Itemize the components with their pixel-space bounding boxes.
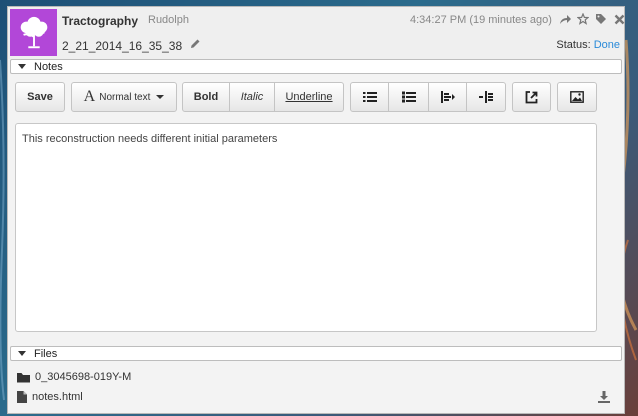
text-style-group: A Normal text — [71, 82, 177, 112]
session-timestamp: 4:34:27 PM (19 minutes ago) — [410, 14, 552, 26]
indent-icon — [479, 91, 493, 103]
notes-editor[interactable]: This reconstruction needs different init… — [15, 123, 597, 332]
close-icon[interactable] — [611, 11, 627, 27]
numbered-list-button[interactable] — [389, 82, 429, 112]
file-name: notes.html — [32, 391, 83, 403]
numbered-list-icon — [401, 91, 416, 103]
session-title: Tractography — [62, 14, 139, 28]
list-group — [350, 82, 506, 112]
file-item-folder[interactable]: 0_3045698-019Y-M — [17, 371, 131, 383]
image-group — [557, 82, 597, 112]
bold-button[interactable]: Bold — [182, 82, 230, 112]
folder-icon — [17, 372, 30, 382]
notes-section-label: Notes — [34, 60, 63, 73]
link-group — [512, 82, 551, 112]
text-style-dropdown[interactable]: A Normal text — [71, 82, 177, 112]
text-style-label: Normal text — [99, 91, 151, 103]
bullet-list-icon — [362, 92, 377, 102]
link-icon — [525, 90, 538, 103]
file-item-notes[interactable]: notes.html — [17, 391, 83, 403]
files-section-header[interactable]: Files — [10, 346, 622, 361]
font-icon: A — [83, 88, 96, 105]
notes-section-header[interactable]: Notes — [10, 59, 622, 74]
download-icon[interactable] — [598, 391, 610, 406]
session-panel: Tractography Rudolph 4:34:27 PM (19 minu… — [7, 6, 625, 414]
indent-button[interactable] — [467, 82, 506, 112]
pencil-icon[interactable] — [189, 38, 201, 53]
session-name-row: 2_21_2014_16_35_38 — [62, 38, 201, 53]
underline-button[interactable]: Underline — [275, 82, 344, 112]
tag-icon[interactable] — [593, 11, 609, 27]
status-value[interactable]: Done — [594, 39, 620, 51]
link-button[interactable] — [512, 82, 551, 112]
format-group: Bold Italic Underline — [182, 82, 344, 112]
image-button[interactable] — [557, 82, 597, 112]
star-icon[interactable] — [575, 11, 591, 27]
outdent-button[interactable] — [429, 82, 467, 112]
status-indicator: Status: Done — [556, 39, 620, 51]
caret-down-icon — [18, 64, 26, 69]
italic-button[interactable]: Italic — [230, 82, 275, 112]
share-icon[interactable] — [557, 11, 573, 27]
session-header: Tractography Rudolph 4:34:27 PM (19 minu… — [8, 7, 624, 59]
bullet-list-button[interactable] — [350, 82, 389, 112]
session-owner: Rudolph — [148, 14, 189, 26]
caret-down-icon — [18, 351, 26, 356]
avatar — [10, 9, 57, 56]
outdent-icon — [440, 91, 455, 103]
tree-icon — [20, 16, 47, 48]
chevron-down-icon — [156, 95, 165, 99]
notes-content: This reconstruction needs different init… — [22, 133, 278, 145]
save-button[interactable]: Save — [15, 82, 65, 112]
image-icon — [570, 91, 584, 103]
status-label: Status: — [556, 39, 591, 51]
file-name: 0_3045698-019Y-M — [35, 371, 132, 383]
session-name: 2_21_2014_16_35_38 — [62, 38, 183, 53]
files-section-label: Files — [34, 347, 58, 360]
file-icon — [17, 391, 27, 403]
save-group: Save — [15, 82, 65, 112]
